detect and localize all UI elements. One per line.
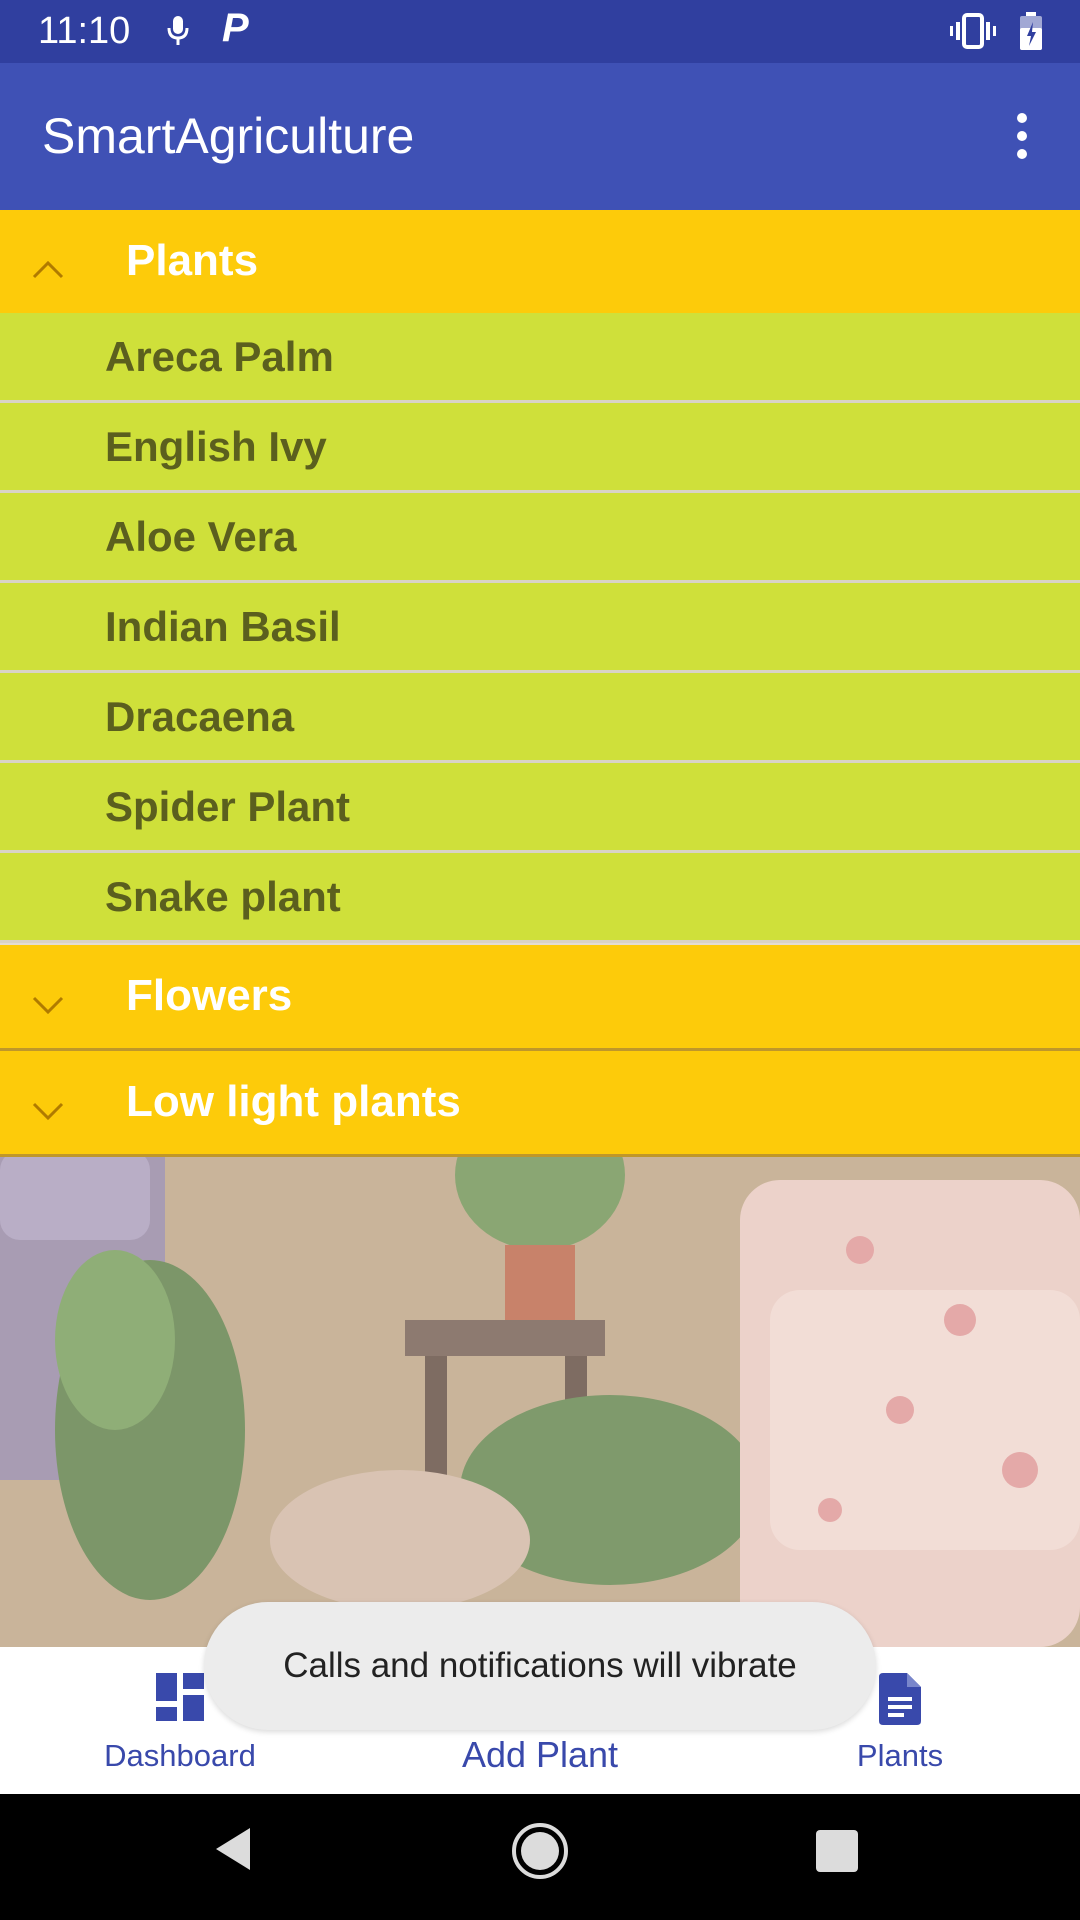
document-icon bbox=[879, 1673, 921, 1730]
plant-item-indian-basil[interactable]: Indian Basil bbox=[0, 583, 1080, 673]
plant-item-aloe-vera[interactable]: Aloe Vera bbox=[0, 493, 1080, 583]
plant-item-english-ivy[interactable]: English Ivy bbox=[0, 403, 1080, 493]
recents-icon[interactable] bbox=[816, 1830, 858, 1872]
status-time: 11:10 bbox=[38, 10, 131, 52]
group-label: Plants bbox=[126, 236, 259, 285]
group-header-plants[interactable]: Plants bbox=[0, 210, 1080, 316]
nav-add-plant-label: Add Plant bbox=[461, 1734, 619, 1775]
plant-item-spider-plant[interactable]: Spider Plant bbox=[0, 763, 1080, 853]
app-bar: SmartAgriculture bbox=[0, 63, 1080, 210]
chevron-up-icon bbox=[30, 242, 66, 292]
plant-item-label: Snake plant bbox=[105, 873, 341, 920]
group-header-flowers[interactable]: Flowers bbox=[0, 945, 1080, 1051]
plant-item-snake-plant[interactable]: Snake plant bbox=[0, 853, 1080, 943]
app-title: SmartAgriculture bbox=[42, 108, 415, 164]
plant-item-label: English Ivy bbox=[105, 423, 327, 470]
plant-item-label: Aloe Vera bbox=[105, 513, 297, 560]
chevron-down-icon bbox=[30, 977, 66, 1027]
system-nav-bar bbox=[0, 1794, 1080, 1920]
chevron-down-icon bbox=[30, 1083, 66, 1133]
group-label: Flowers bbox=[126, 971, 293, 1020]
mic-icon bbox=[165, 14, 191, 53]
group-header-low-light-plants[interactable]: Low light plants bbox=[0, 1051, 1080, 1157]
more-vert-icon[interactable] bbox=[1000, 109, 1044, 165]
plant-list-area: Plants Areca Palm English Ivy Aloe Vera … bbox=[0, 210, 1080, 1647]
plant-item-label: Spider Plant bbox=[105, 783, 351, 830]
dashboard-icon bbox=[156, 1673, 204, 1726]
plant-item-areca-palm[interactable]: Areca Palm bbox=[0, 313, 1080, 403]
plant-item-dracaena[interactable]: Dracaena bbox=[0, 673, 1080, 763]
vibrate-icon bbox=[950, 12, 996, 55]
nav-plants-label: Plants bbox=[856, 1738, 944, 1773]
toast-message: Calls and notifications will vibrate bbox=[204, 1602, 876, 1730]
status-bar: 11:10 P bbox=[0, 0, 1080, 63]
battery-icon bbox=[1018, 12, 1044, 57]
plant-item-label: Dracaena bbox=[105, 693, 295, 740]
group-label: Low light plants bbox=[126, 1077, 461, 1126]
plant-item-label: Areca Palm bbox=[105, 333, 334, 380]
back-icon[interactable] bbox=[210, 1824, 254, 1879]
plant-item-label: Indian Basil bbox=[105, 603, 341, 650]
nav-dashboard-label: Dashboard bbox=[104, 1738, 256, 1773]
p-icon: P bbox=[222, 6, 249, 50]
home-icon[interactable] bbox=[511, 1822, 569, 1885]
